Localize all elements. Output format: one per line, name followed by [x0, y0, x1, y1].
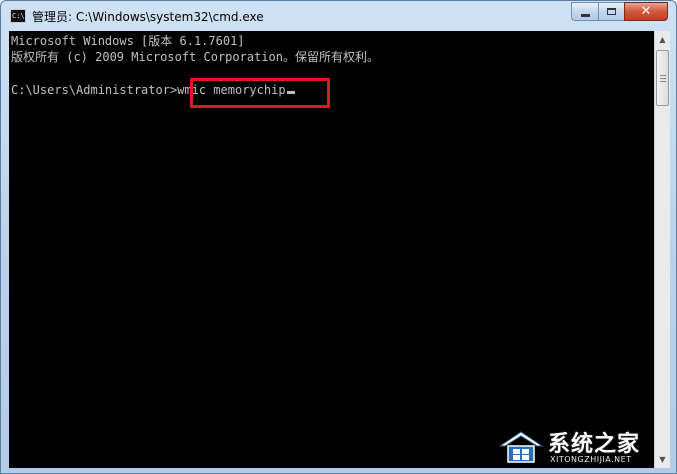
maximize-button[interactable] [598, 2, 624, 21]
scroll-thumb[interactable] [656, 50, 669, 106]
minimize-button[interactable] [571, 2, 598, 21]
watermark-text: 系统之家 [548, 432, 641, 457]
thumb-grip-line [660, 78, 666, 79]
house-logo-icon [498, 431, 544, 463]
command-highlight-box [190, 78, 330, 108]
console-line-version: Microsoft Windows [版本 6.1.7601] [11, 34, 245, 48]
prompt-text: C:\Users\Administrator> [11, 83, 178, 97]
cmd-window: C:\ 管理员: C:\Windows\system32\cmd.exe ✕ M… [0, 0, 677, 474]
console-line-copyright: 版权所有 (c) 2009 Microsoft Corporation。保留所有… [11, 50, 379, 64]
close-icon: ✕ [640, 4, 652, 19]
watermark: 系统之家 XITONGZHIJIA.NET [498, 426, 673, 470]
vertical-scrollbar[interactable]: ▲ ▼ [654, 31, 670, 468]
scroll-up-arrow-icon[interactable]: ▲ [655, 31, 670, 48]
console-area[interactable]: Microsoft Windows [版本 6.1.7601] 版权所有 (c)… [9, 31, 654, 468]
window-title: 管理员: C:\Windows\system32\cmd.exe [32, 10, 264, 24]
cmd-icon[interactable]: C:\ [10, 9, 26, 23]
title-bar[interactable]: C:\ 管理员: C:\Windows\system32\cmd.exe ✕ [1, 1, 676, 31]
caption-buttons: ✕ [571, 2, 668, 22]
thumb-grip-line [660, 75, 666, 76]
thumb-grip-line [660, 81, 666, 82]
minimize-icon [580, 13, 590, 17]
close-button[interactable]: ✕ [624, 2, 668, 21]
maximize-icon [607, 8, 616, 15]
watermark-subtext: XITONGZHIJIA.NET [550, 455, 632, 464]
